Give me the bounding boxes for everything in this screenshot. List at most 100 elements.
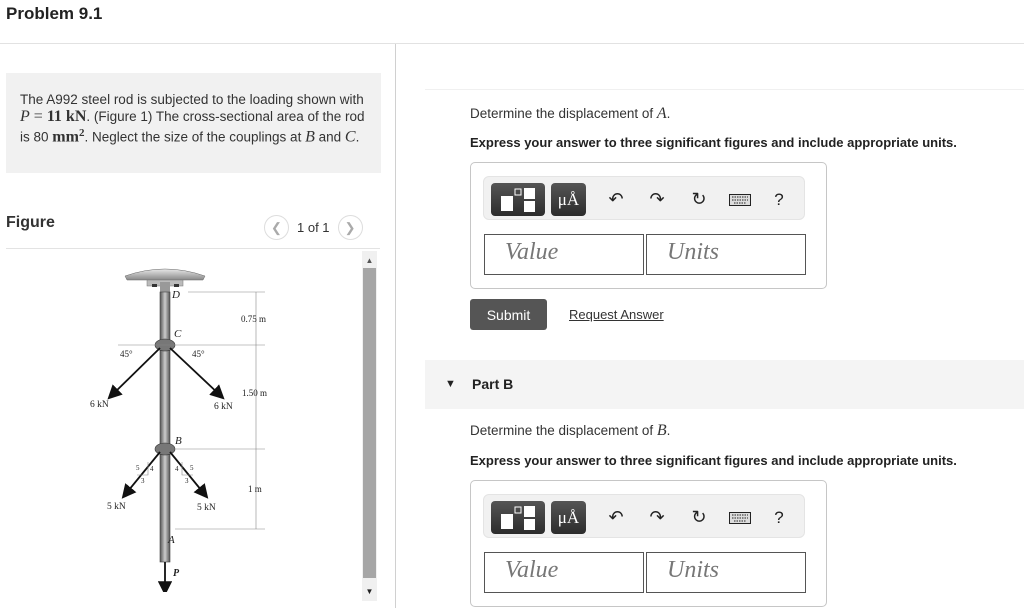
- var-b: B: [305, 128, 315, 146]
- keyboard-button[interactable]: [725, 501, 755, 534]
- figure-page-count: 1 of 1: [297, 220, 330, 235]
- templates-button[interactable]: [491, 501, 545, 534]
- slope-4-left: 4: [150, 465, 154, 473]
- scroll-up-arrow-icon[interactable]: ▲: [362, 253, 377, 268]
- problem-title: Problem 9.1: [6, 4, 103, 23]
- templates-icon: [501, 505, 535, 530]
- keyboard-button[interactable]: [725, 183, 755, 216]
- problem-statement: The A992 steel rod is subjected to the l…: [20, 91, 370, 146]
- chevron-right-icon: ❯: [344, 219, 356, 235]
- part-b-value-input[interactable]: Value: [484, 552, 644, 593]
- slope-4-right: 4: [175, 465, 179, 473]
- help-button[interactable]: ?: [764, 183, 794, 216]
- part-a-units-input[interactable]: Units: [646, 234, 806, 275]
- submit-button[interactable]: Submit: [470, 299, 547, 330]
- dim-cb: 1.50 m: [242, 388, 267, 398]
- part-b-inputs: Value Units: [484, 552, 806, 593]
- force-b-right-arrow: [169, 451, 209, 499]
- templates-icon: [501, 187, 535, 212]
- dim-ba: 1 m: [248, 484, 262, 494]
- slope-3-left: 3: [141, 477, 145, 485]
- part-b-instruction: Express your answer to three significant…: [470, 453, 957, 468]
- collapse-caret-icon[interactable]: ▼: [445, 378, 456, 390]
- part-b-units-input[interactable]: Units: [646, 552, 806, 593]
- help-icon: ?: [774, 507, 784, 527]
- rod: [159, 291, 171, 563]
- label-d: D: [171, 289, 180, 301]
- figure-divider: [6, 248, 380, 249]
- keyboard-icon: [729, 511, 751, 524]
- part-b-answer-box: μÅ ↶ ↷ ↻ ? Value Units: [470, 480, 827, 607]
- part-b-header[interactable]: ▼ Part B: [425, 360, 1024, 409]
- part-b-prompt-text: Determine the displacement of: [470, 423, 657, 438]
- force-c-left-label: 6 kN: [90, 400, 109, 410]
- request-answer-link[interactable]: Request Answer: [569, 307, 664, 322]
- force-b-left-arrow: [121, 451, 161, 499]
- equals: =: [29, 108, 47, 125]
- scroll-thumb[interactable]: [363, 268, 376, 578]
- figure-scrollbar[interactable]: ▲ ▼: [362, 251, 377, 601]
- part-a-answer-box: μÅ ↶ ↷ ↻ ? Value Units: [470, 162, 827, 289]
- part-a-toolbar: μÅ ↶ ↷ ↻ ?: [483, 176, 805, 220]
- rod-loading-diagram: D C B A P 45° 45° 6 kN 6 kN 5 kN 5 kN 5 …: [90, 268, 267, 592]
- part-a-instruction: Express your answer to three significant…: [470, 135, 957, 150]
- label-c: C: [174, 328, 182, 340]
- var-a: A: [656, 105, 667, 122]
- part-a-divider: [425, 89, 1024, 90]
- label-a: A: [167, 534, 175, 546]
- units-button[interactable]: μÅ: [551, 501, 586, 534]
- undo-icon: ↶: [608, 507, 624, 527]
- reset-button[interactable]: ↻: [684, 501, 714, 534]
- chevron-left-icon: ❮: [271, 219, 282, 235]
- redo-icon: ↷: [649, 189, 665, 209]
- part-a-prompt-end: .: [666, 106, 671, 121]
- keyboard-icon: [729, 193, 751, 206]
- undo-icon: ↶: [608, 189, 624, 209]
- var-b-prompt: B: [656, 422, 667, 439]
- force-c-left-arrow: [107, 347, 161, 400]
- part-a-inputs: Value Units: [484, 234, 806, 275]
- templates-button[interactable]: [491, 183, 545, 216]
- units-button[interactable]: μÅ: [551, 183, 586, 216]
- var-p: P: [20, 108, 30, 125]
- reset-icon: ↻: [691, 189, 707, 209]
- problem-text-5: .: [355, 129, 360, 145]
- next-figure-button[interactable]: ❯: [337, 215, 363, 240]
- problem-statement-box: The A992 steel rod is subjected to the l…: [6, 73, 381, 173]
- label-p: P: [173, 568, 180, 579]
- problem-text-1: The A992 steel rod is subjected to the l…: [20, 92, 364, 107]
- header-divider: [0, 43, 1024, 44]
- part-b-prompt: Determine the displacement of B.: [470, 422, 670, 440]
- label-b: B: [175, 435, 182, 447]
- prev-figure-button[interactable]: ❮: [264, 215, 289, 240]
- slope-5-right: 5: [190, 464, 194, 472]
- angle-right: 45°: [192, 349, 205, 359]
- force-c-right-label: 6 kN: [214, 402, 233, 412]
- var-c: C: [344, 128, 356, 146]
- redo-button[interactable]: ↷: [642, 183, 672, 216]
- part-a-prompt: Determine the displacement of A.: [470, 105, 670, 123]
- fixed-support: [124, 268, 206, 281]
- figure-label: Figure: [6, 214, 55, 231]
- undo-button[interactable]: ↶: [601, 183, 631, 216]
- dim-dc: 0.75 m: [241, 314, 266, 324]
- units-icon: μÅ: [557, 189, 580, 209]
- undo-button[interactable]: ↶: [601, 501, 631, 534]
- units-icon: μÅ: [557, 507, 580, 527]
- part-b-toolbar: μÅ ↶ ↷ ↻ ?: [483, 494, 805, 538]
- slope-5-left: 5: [136, 464, 140, 472]
- reset-button[interactable]: ↻: [684, 183, 714, 216]
- part-a-value-input[interactable]: Value: [484, 234, 644, 275]
- force-b-right-label: 5 kN: [197, 503, 216, 513]
- part-b-title: Part B: [472, 376, 514, 392]
- problem-text-3: . Neglect the size of the couplings at: [84, 129, 306, 145]
- help-icon: ?: [774, 189, 784, 209]
- redo-button[interactable]: ↷: [642, 501, 672, 534]
- column-divider: [395, 44, 396, 608]
- help-button[interactable]: ?: [764, 501, 794, 534]
- slope-3-right: 3: [185, 477, 189, 485]
- reset-icon: ↻: [691, 507, 707, 527]
- scroll-down-arrow-icon[interactable]: ▼: [362, 584, 377, 599]
- problem-text-4: and: [314, 129, 345, 145]
- figure-pager: ❮ 1 of 1 ❯: [264, 215, 363, 240]
